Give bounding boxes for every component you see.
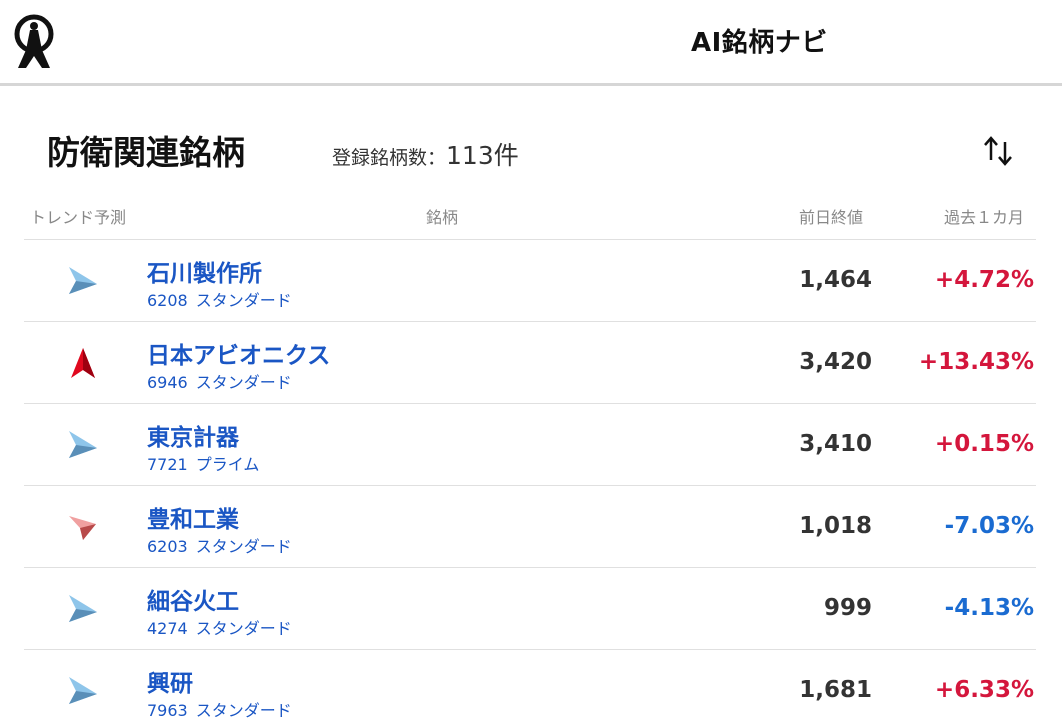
stock-name[interactable]: 石川製作所 [147,254,262,288]
stock-row[interactable]: 日本アビオニクス 6946 スタンダード 3,420 +13.43% [24,322,1036,404]
column-header-trend: トレンド予測 [30,208,127,227]
stock-name[interactable]: 東京計器 [147,418,239,452]
stock-market: スタンダード [195,373,292,392]
stock-change: -4.13% [944,595,1034,621]
stock-market: プライム [195,455,260,474]
count-label: 登録銘柄数： [332,147,447,169]
stock-meta: 6946 スタンダード [147,369,292,393]
stock-change: +0.15% [934,431,1034,457]
stock-meta: 7963 スタンダード [147,697,292,721]
sort-arrows-icon[interactable] [978,132,1018,170]
stock-change: -7.03% [944,513,1034,539]
trend-up-slight-icon [69,677,97,704]
page-title: 防衛関連銘柄 [47,133,245,172]
app-header: AI銘柄ナビ [0,0,1062,86]
stock-row[interactable]: 興研 7963 スタンダード 1,681 +6.33% [24,650,1036,725]
column-header-name: 銘柄 [426,208,459,227]
app-title: AI銘柄ナビ [691,28,828,58]
stock-code: 6208 [147,291,188,310]
stock-change: +6.33% [934,677,1034,703]
stock-name[interactable]: 豊和工業 [147,500,239,534]
trend-up-slight-icon [69,267,97,294]
stock-close: 1,018 [799,513,872,539]
stock-close: 3,420 [799,349,872,375]
stock-market: スタンダード [195,619,292,638]
stock-code: 6203 [147,537,188,556]
stock-name[interactable]: 興研 [147,664,193,698]
stock-row[interactable]: 豊和工業 6203 スタンダード 1,018 -7.03% [24,486,1036,568]
stock-close: 999 [823,595,872,621]
registered-count: 登録銘柄数：113件 [332,136,519,172]
stock-market: スタンダード [195,291,292,310]
stock-market: スタンダード [195,701,292,720]
stock-meta: 4274 スタンダード [147,615,292,639]
trend-up-slight-icon [69,595,97,622]
lighthouse-logo-icon[interactable] [12,12,58,70]
stock-meta: 6208 スタンダード [147,287,292,311]
column-header-close: 前日終値 [799,208,864,227]
column-header-month: 過去１カ月 [944,208,1025,227]
stock-name[interactable]: 日本アビオニクス [147,336,330,370]
trend-up-slight-icon [69,431,97,458]
count-value: 113件 [446,141,519,170]
trend-down-icon [69,516,96,540]
stock-name[interactable]: 細谷火工 [147,582,239,616]
stock-row[interactable]: 東京計器 7721 プライム 3,410 +0.15% [24,404,1036,486]
stock-change: +4.72% [934,267,1034,293]
stock-close: 1,464 [799,267,872,293]
stock-code: 7963 [147,701,188,720]
stock-close: 3,410 [799,431,872,457]
stock-row[interactable]: 細谷火工 4274 スタンダード 999 -4.13% [24,568,1036,650]
stock-meta: 7721 プライム [147,451,259,475]
stock-code: 4274 [147,619,188,638]
stock-close: 1,681 [799,677,872,703]
stock-market: スタンダード [195,537,292,556]
stock-code: 7721 [147,455,188,474]
stock-code: 6946 [147,373,188,392]
stock-list: 石川製作所 6208 スタンダード 1,464 +4.72% 日本アビオニクス 6… [24,239,1036,725]
stock-row[interactable]: 石川製作所 6208 スタンダード 1,464 +4.72% [24,240,1036,322]
stock-meta: 6203 スタンダード [147,533,292,557]
stock-change: +13.43% [918,349,1034,375]
trend-up-strong-icon [71,348,95,378]
